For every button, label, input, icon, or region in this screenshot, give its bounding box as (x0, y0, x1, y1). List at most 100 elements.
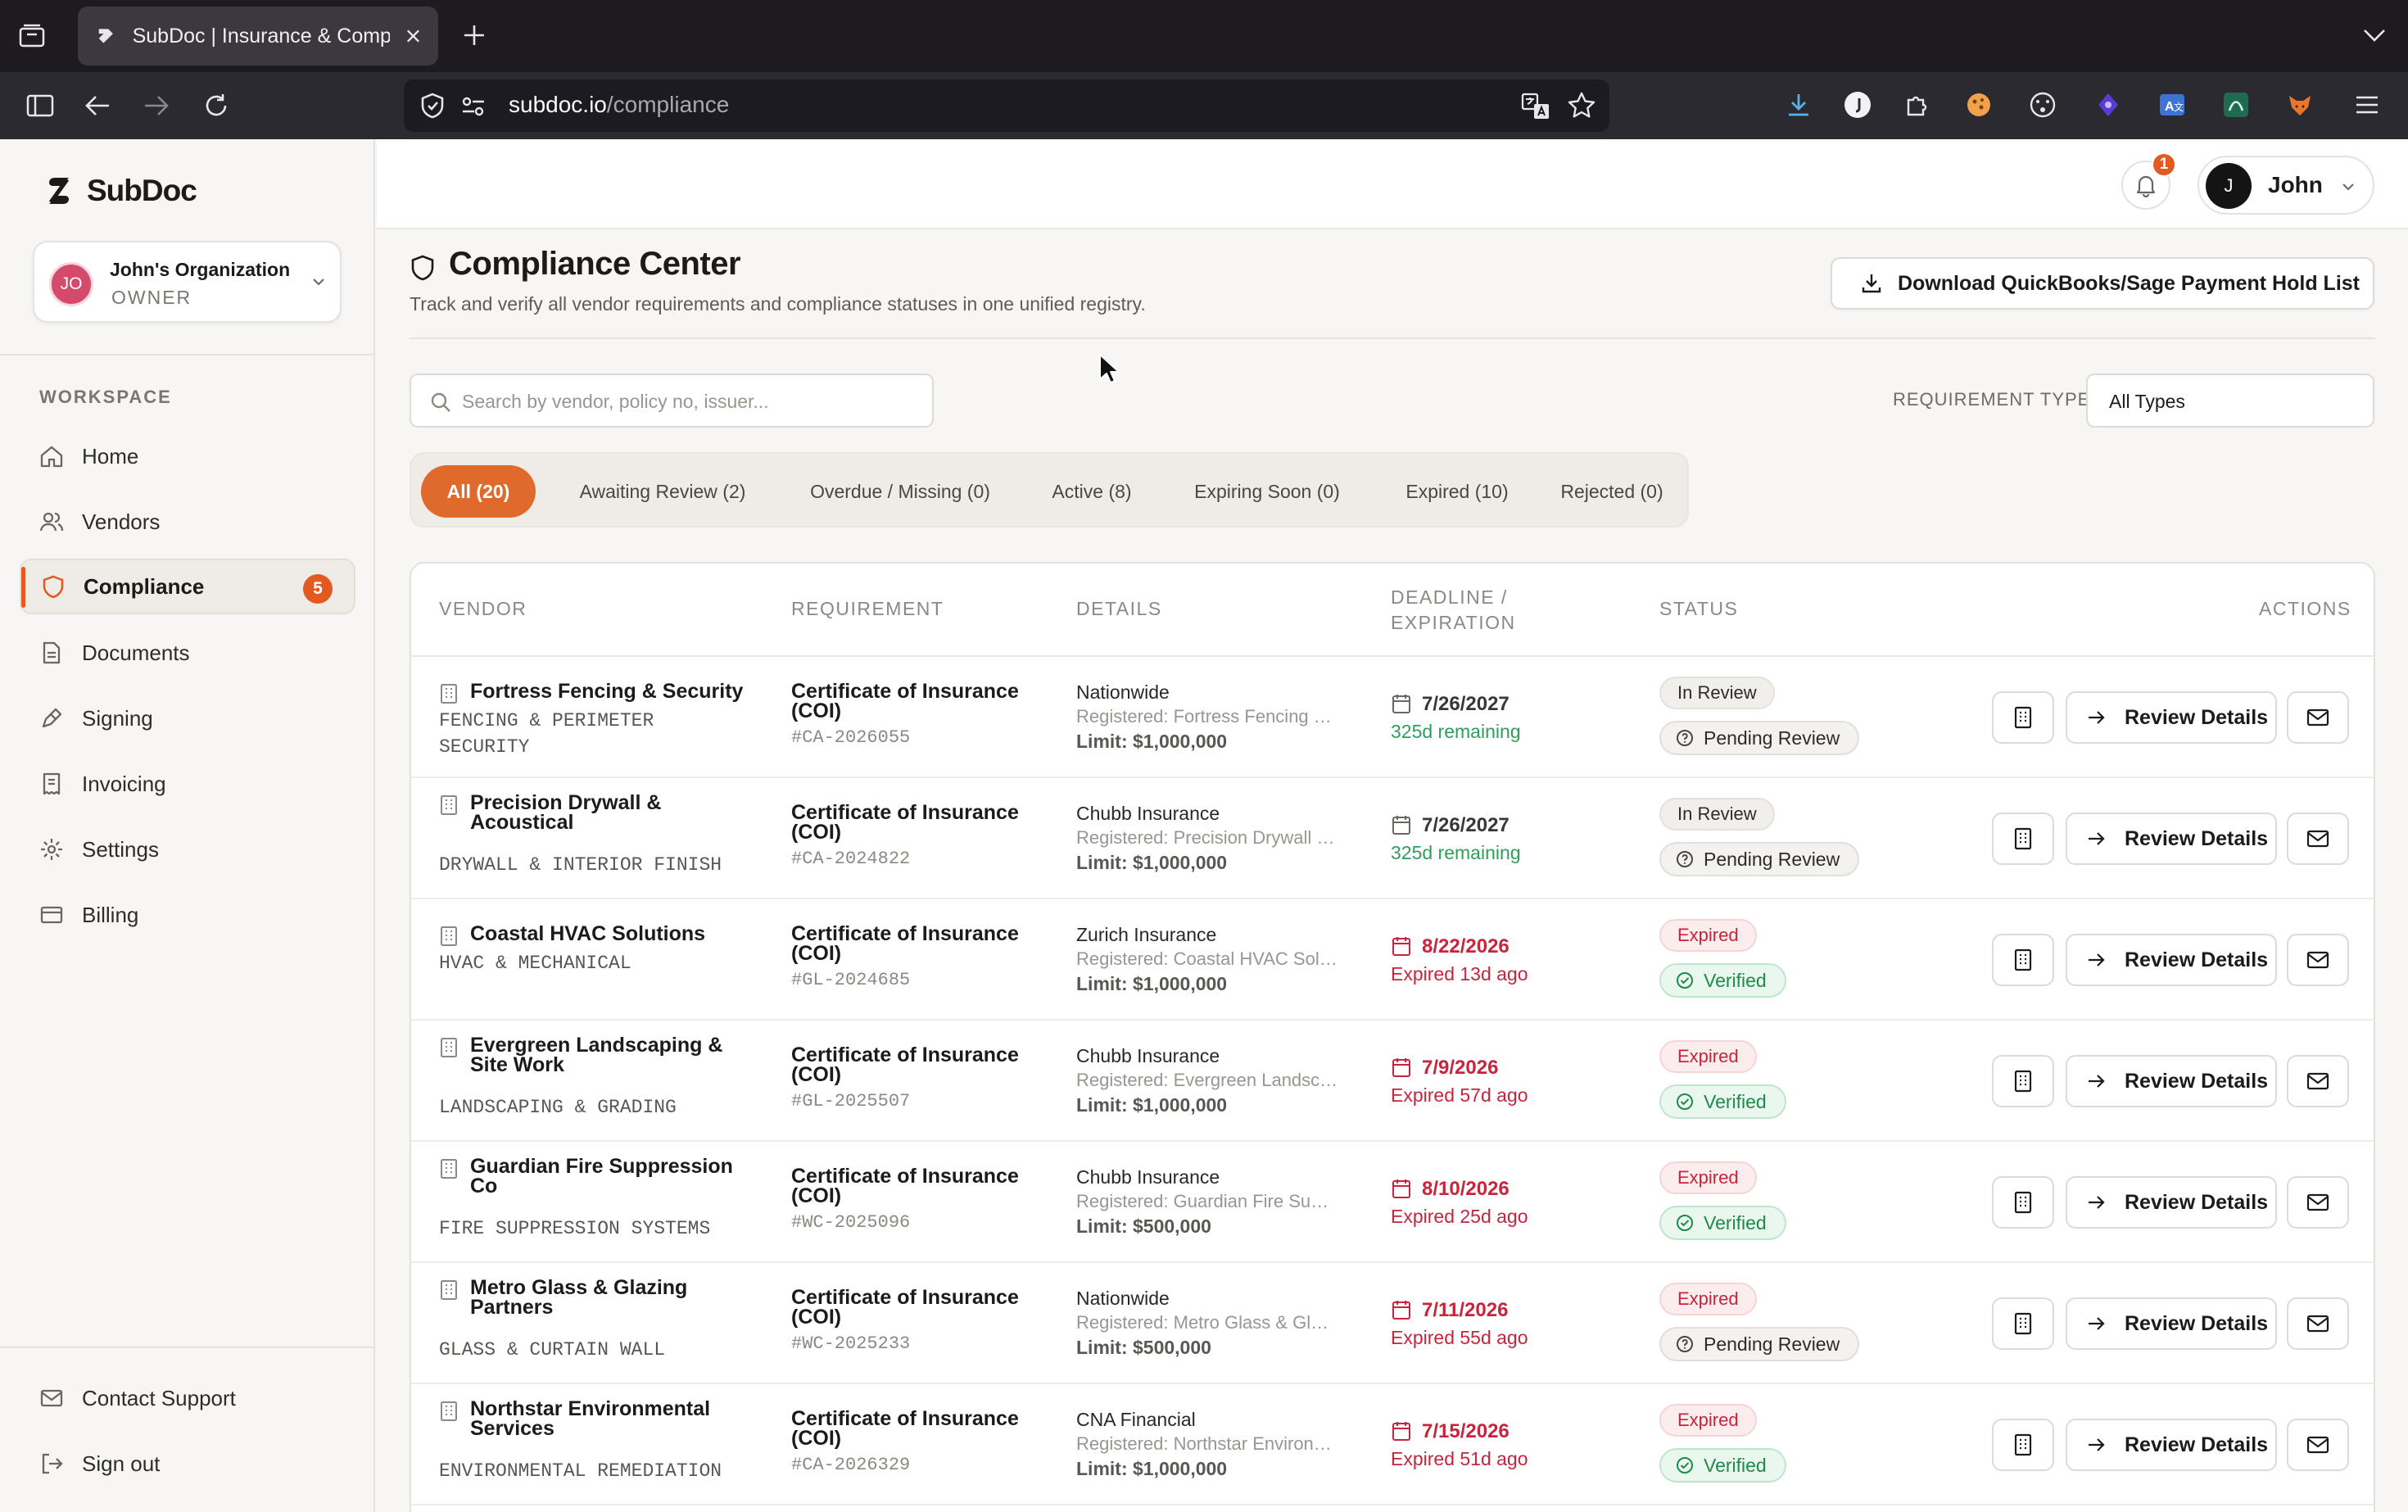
close-tab-icon[interactable] (405, 27, 422, 45)
sidebar-item-documents[interactable]: Documents (20, 625, 355, 681)
email-vendor-button[interactable] (2287, 1297, 2349, 1350)
downloads-icon[interactable] (1784, 90, 1813, 120)
deadline-header-line1: DEADLINE / (1391, 586, 1508, 608)
tab-expiring-soon[interactable]: Expiring Soon (0) (1161, 465, 1373, 518)
user-menu-button[interactable]: J John (2198, 156, 2374, 215)
translator-extension-icon[interactable]: A文 (2157, 90, 2187, 120)
sidebar-toggle-icon[interactable] (25, 90, 56, 121)
sidebar-item-signing[interactable]: Signing (20, 690, 355, 746)
review-details-button[interactable]: Review Details (2066, 691, 2277, 744)
vendor-name[interactable]: Guardian Fire Suppression Co (470, 1157, 765, 1197)
tab-all[interactable]: All (20) (421, 465, 536, 518)
vendor-name[interactable]: Evergreen Landscaping & Site Work (470, 1035, 765, 1075)
url-bar[interactable]: subdoc.io/compliance (404, 79, 1609, 132)
email-vendor-button[interactable] (2287, 934, 2349, 986)
download-payment-hold-button[interactable]: Download QuickBooks/Sage Payment Hold Li… (1831, 257, 2374, 310)
org-switcher[interactable]: JO John's Organization OWNER (33, 241, 342, 323)
subdoc-logo[interactable]: SubDoc (43, 174, 197, 208)
sidebar-item-compliance[interactable]: Compliance 5 (20, 559, 355, 614)
column-header-deadline[interactable]: DEADLINE / EXPIRATION (1391, 585, 1516, 636)
tab-overview-icon[interactable] (18, 21, 46, 49)
forward-icon[interactable] (141, 90, 172, 121)
vendor-name[interactable]: Northstar Environmental Services (470, 1399, 765, 1439)
green-extension-icon[interactable] (2221, 90, 2251, 120)
dashboard-extension-icon[interactable] (2028, 90, 2057, 120)
view-vendor-button[interactable] (1992, 691, 2054, 744)
requirement-type-select[interactable]: All Types (2086, 373, 2374, 428)
translate-icon[interactable] (1521, 93, 1550, 120)
tab-overdue-missing[interactable]: Overdue / Missing (0) (778, 465, 1022, 518)
vendor-name[interactable]: Fortress Fencing & Security (470, 681, 765, 702)
email-vendor-button[interactable] (2287, 691, 2349, 744)
logo-text: SubDoc (87, 174, 197, 207)
tab-rejected[interactable]: Rejected (0) (1541, 465, 1682, 518)
shield-tracking-icon[interactable] (420, 93, 445, 119)
search-input[interactable] (462, 387, 921, 416)
table-row[interactable]: Evergreen Landscaping & Site Work LANDSCAP… (411, 1021, 2374, 1142)
review-details-button[interactable]: Review Details (2066, 1055, 2277, 1107)
reload-icon[interactable] (201, 90, 232, 121)
browser-menu-icon[interactable] (2352, 90, 2382, 120)
email-vendor-button[interactable] (2287, 1419, 2349, 1471)
tab-expired[interactable]: Expired (10) (1379, 465, 1535, 518)
purple-extension-icon[interactable] (2093, 90, 2123, 120)
extensions-puzzle-icon[interactable] (1902, 90, 1931, 120)
email-vendor-button[interactable] (2287, 1055, 2349, 1107)
site-permissions-icon[interactable] (461, 96, 486, 117)
column-header-details[interactable]: DETAILS (1076, 596, 1162, 622)
view-vendor-button[interactable] (1992, 1055, 2054, 1107)
view-vendor-button[interactable] (1992, 934, 2054, 986)
search-field[interactable] (410, 373, 934, 428)
sign-out-link[interactable]: Sign out (20, 1436, 355, 1492)
table-row[interactable]: Guardian Fire Suppression Co FIRE SUPPRESS… (411, 1142, 2374, 1263)
vendor-name[interactable]: Precision Drywall & Acoustical (470, 793, 765, 833)
vendor-name[interactable]: Coastal HVAC Solutions (470, 924, 765, 944)
back-icon[interactable] (82, 90, 113, 121)
sidebar-item-billing[interactable]: Billing (20, 887, 355, 943)
new-tab-icon[interactable] (460, 21, 488, 49)
cookie-extension-icon[interactable] (1964, 90, 1994, 120)
tab-awaiting-review[interactable]: Awaiting Review (2) (554, 465, 772, 518)
calendar-icon (1392, 695, 1410, 713)
review-details-button[interactable]: Review Details (2066, 1419, 2277, 1471)
sidebar-item-settings[interactable]: Settings (20, 822, 355, 877)
table-row[interactable]: Fortress Fencing & Security FENCING & PER… (411, 657, 2374, 778)
sidebar-item-invoicing[interactable]: Invoicing (20, 756, 355, 812)
table-row[interactable]: Northstar Environmental Services ENVIRONME… (411, 1384, 2374, 1505)
column-header-vendor[interactable]: VENDOR (439, 596, 527, 622)
contact-support-link[interactable]: Contact Support (20, 1370, 355, 1426)
sidebar-item-home[interactable]: Home (20, 428, 355, 484)
sidebar-item-vendors[interactable]: Vendors (20, 494, 355, 550)
table-row[interactable]: Coastal HVAC Solutions HVAC & MECHANICAL C… (411, 899, 2374, 1021)
table-row[interactable]: Precision Drywall & Acoustical DRYWALL & I… (411, 778, 2374, 899)
email-vendor-button[interactable] (2287, 813, 2349, 865)
review-details-button[interactable]: Review Details (2066, 813, 2277, 865)
vendor-category: GLASS & CURTAIN WALL (439, 1337, 767, 1363)
review-details-button[interactable]: Review Details (2066, 934, 2277, 986)
view-vendor-button[interactable] (1992, 813, 2054, 865)
column-header-requirement[interactable]: REQUIREMENT (791, 596, 944, 622)
fox-extension-icon[interactable] (2285, 90, 2315, 120)
vendor-name[interactable]: Metro Glass & Glazing Partners (470, 1278, 765, 1318)
review-details-button[interactable]: Review Details (2066, 1176, 2277, 1229)
bookmark-star-icon[interactable] (1567, 91, 1596, 120)
table-row[interactable]: Metro Glass & Glazing Partners GLASS & CUR… (411, 1263, 2374, 1384)
building-icon (441, 1280, 457, 1300)
chevron-down-icon (2342, 183, 2354, 191)
view-vendor-button[interactable] (1992, 1176, 2054, 1229)
mail-icon (2306, 1315, 2329, 1333)
insurer-name: Nationwide (1076, 681, 1170, 703)
view-vendor-button[interactable] (1992, 1419, 2054, 1471)
tab-active[interactable]: Active (8) (1029, 465, 1155, 518)
verification-label: Verified (1704, 969, 1767, 991)
profile-j-extension-icon[interactable] (1843, 90, 1872, 120)
email-vendor-button[interactable] (2287, 1176, 2349, 1229)
requirement-title-line2: (COI) (791, 1063, 842, 1086)
vendor-name-line2: Site Work (470, 1053, 564, 1076)
browser-tab-active[interactable]: SubDoc | Insurance & Compliance (78, 7, 438, 66)
registered-name: Registered: Metro Glass & Glazing Partne… (1076, 1312, 1338, 1333)
review-details-button[interactable]: Review Details (2066, 1297, 2277, 1350)
view-vendor-button[interactable] (1992, 1297, 2054, 1350)
list-tabs-chevron-icon[interactable] (2360, 21, 2388, 49)
column-header-status[interactable]: STATUS (1659, 596, 1738, 622)
